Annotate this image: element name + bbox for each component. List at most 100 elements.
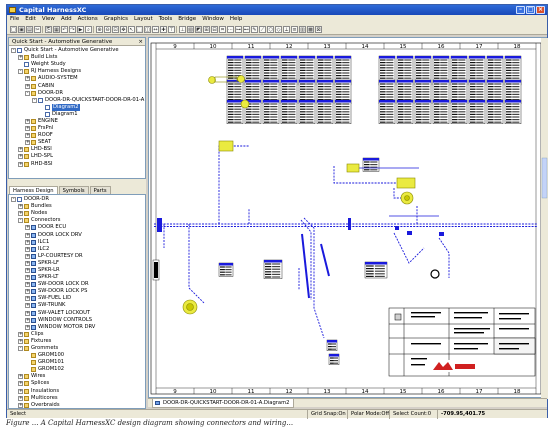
tree-item[interactable]: + FrsPnl xyxy=(11,125,143,132)
tree-item[interactable]: Diagram2 xyxy=(11,103,143,111)
close-icon[interactable]: × xyxy=(138,38,143,46)
maximize-button[interactable]: □ xyxy=(526,6,535,14)
tree-item[interactable]: GROM101 xyxy=(11,359,143,366)
toolbar-tool-icon[interactable]: ⊷ xyxy=(243,25,250,33)
diagram-canvas[interactable]: 9 10 11 12 13 14 15 16 17 18 9 10 11 12 13 14 15 16 17 18 xyxy=(148,37,548,399)
tree-item[interactable]: - Grommets xyxy=(11,345,143,352)
tab-harness-design[interactable]: Harness Design xyxy=(9,186,58,194)
expand-icon[interactable]: + xyxy=(25,140,30,146)
expand-icon[interactable]: + xyxy=(25,83,30,89)
document-tab[interactable]: DOOR-DR-QUICKSTART-DOOR-DR-01-A.Diagram2 xyxy=(152,399,295,408)
diagram-drawing[interactable]: 9 10 11 12 13 14 15 16 17 18 9 10 11 12 13 14 15 16 17 18 xyxy=(149,38,548,399)
toolbar-tool-icon[interactable]: ⊤ xyxy=(168,25,175,33)
tree-item[interactable]: + SW-DOOR LOCK PS xyxy=(11,288,143,295)
tree-item[interactable]: + WINDOW MOTOR DRV xyxy=(11,324,143,331)
expand-icon[interactable]: + xyxy=(18,402,23,408)
tree-item[interactable]: - Connectors xyxy=(11,217,143,224)
expand-icon[interactable]: + xyxy=(25,246,30,252)
tree-item[interactable]: + LHD-SPL xyxy=(11,153,143,160)
menu-bridge[interactable]: Bridge xyxy=(178,15,196,24)
toolbar-tool-icon[interactable]: ⊞ xyxy=(203,25,210,33)
toolbar-tool-icon[interactable]: ↷ xyxy=(69,25,76,33)
tree-item[interactable]: GROM100 xyxy=(11,352,143,359)
toolbar-tool-icon[interactable]: ⬡ xyxy=(267,25,274,33)
expand-icon[interactable]: + xyxy=(18,55,23,61)
toolbar-tool-icon[interactable]: ⌕ xyxy=(85,25,92,33)
expand-icon[interactable]: + xyxy=(25,76,30,82)
expand-icon[interactable]: + xyxy=(18,395,23,401)
toolbar-tool-icon[interactable]: ⊠ xyxy=(315,25,322,33)
tree-item[interactable]: + ILC1 xyxy=(11,239,143,246)
toolbar-tool-icon[interactable]: ⊶ xyxy=(235,25,242,33)
expand-icon[interactable]: + xyxy=(18,331,23,337)
collapse-icon[interactable]: - xyxy=(18,69,23,75)
toolbar-tool-icon[interactable]: ↖ xyxy=(128,25,135,33)
toolbar-tool-icon[interactable]: ✎ xyxy=(251,25,258,33)
tree-item[interactable]: + AUDIO-SYSTEM xyxy=(11,75,143,82)
tree-item[interactable]: + RHD-BSI xyxy=(11,161,143,168)
expand-icon[interactable]: + xyxy=(25,118,30,124)
expand-icon[interactable]: + xyxy=(25,133,30,139)
tree-item[interactable]: - DOOR-DR-QUICKSTART-DOOR-DR-01-A xyxy=(11,97,144,104)
tree-item[interactable]: + LP-COURTESY DR xyxy=(11,253,143,260)
expand-icon[interactable]: + xyxy=(18,147,23,153)
toolbar-tool-icon[interactable]: ⬚ xyxy=(136,25,143,33)
toolbar-tool-icon[interactable]: ◇ xyxy=(275,25,282,33)
tree-item[interactable]: + DOOR ECU xyxy=(11,224,143,231)
toolbar-tool-icon[interactable]: ⟂ xyxy=(283,25,290,33)
menu-tools[interactable]: Tools xyxy=(159,15,173,24)
expand-icon[interactable]: + xyxy=(18,381,23,387)
toolbar-tool-icon[interactable]: ✂ xyxy=(34,25,41,33)
toolbar-tool-icon[interactable]: ⋯ xyxy=(227,25,234,33)
tree-item[interactable]: + WINDOW CONTROLS xyxy=(11,317,143,324)
tree-item[interactable]: + SW-FUEL LID xyxy=(11,295,143,302)
expand-icon[interactable]: + xyxy=(18,204,23,210)
tree-item[interactable]: - DOOR-DR xyxy=(11,90,143,97)
menu-graphics[interactable]: Graphics xyxy=(104,15,128,24)
tab-symbols[interactable]: Symbols xyxy=(58,186,89,194)
tree-item[interactable]: + LHD-BSI xyxy=(11,146,143,153)
grid-snap-status[interactable]: Grid Snap:On xyxy=(307,410,346,419)
expand-icon[interactable]: + xyxy=(18,161,23,167)
tree-item[interactable]: + ROOF xyxy=(11,132,143,139)
expand-icon[interactable]: + xyxy=(25,324,30,330)
toolbar-tool-icon[interactable]: ⊖ xyxy=(104,25,111,33)
panel-splitter[interactable] xyxy=(8,179,146,186)
toolbar-tool-icon[interactable]: ▶ xyxy=(77,25,84,33)
toolbar-tool-icon[interactable]: ◫ xyxy=(144,25,151,33)
tree-item[interactable]: GROM102 xyxy=(11,366,143,373)
toolbar-tool-icon[interactable]: ⌗ xyxy=(219,25,226,33)
expand-icon[interactable]: + xyxy=(25,310,30,316)
toolbar-tool-icon[interactable]: ▤ xyxy=(26,25,33,33)
expand-icon[interactable]: + xyxy=(25,289,30,295)
toolbar-tool-icon[interactable]: ✥ xyxy=(120,25,127,33)
tree-item[interactable]: Weight Study xyxy=(11,61,143,68)
tree-item[interactable]: + Fixtures xyxy=(11,338,143,345)
tree-item[interactable]: + SW-TRUNK xyxy=(11,302,143,309)
toolbar-tool-icon[interactable]: □ xyxy=(10,25,17,33)
tree-item[interactable]: + Multicores xyxy=(11,395,143,402)
collapse-icon[interactable]: - xyxy=(25,90,30,96)
collapse-icon[interactable]: - xyxy=(11,197,16,203)
tree-item[interactable]: + CABIN xyxy=(11,82,143,89)
tree-item[interactable]: + Clips xyxy=(11,331,143,338)
close-button[interactable]: × xyxy=(536,6,545,14)
expand-icon[interactable]: + xyxy=(18,338,23,344)
expand-icon[interactable]: + xyxy=(25,303,30,309)
toolbar-tool-icon[interactable]: ⎘ xyxy=(45,25,52,33)
tree-item[interactable]: + SW-DOOR LOCK DR xyxy=(11,281,143,288)
menu-view[interactable]: View xyxy=(42,15,55,24)
toolbar-tool-icon[interactable]: ▩ xyxy=(307,25,314,33)
expand-icon[interactable]: + xyxy=(25,317,30,323)
expand-icon[interactable]: + xyxy=(25,232,30,238)
toolbar-tool-icon[interactable]: ⊟ xyxy=(211,25,218,33)
expand-icon[interactable]: + xyxy=(25,253,30,259)
minimize-button[interactable]: – xyxy=(516,6,525,14)
tree-item[interactable]: + SW-VALET LOCKOUT xyxy=(11,310,143,317)
menu-actions[interactable]: Actions xyxy=(78,15,98,24)
collapse-icon[interactable]: - xyxy=(11,48,16,54)
toolbar-tool-icon[interactable]: ⟋ xyxy=(259,25,266,33)
toolbar-tool-icon[interactable]: ▦ xyxy=(53,25,60,33)
menu-layout[interactable]: Layout xyxy=(134,15,153,24)
tree-item[interactable]: - Quick Start - Automotive Generative xyxy=(11,47,143,54)
